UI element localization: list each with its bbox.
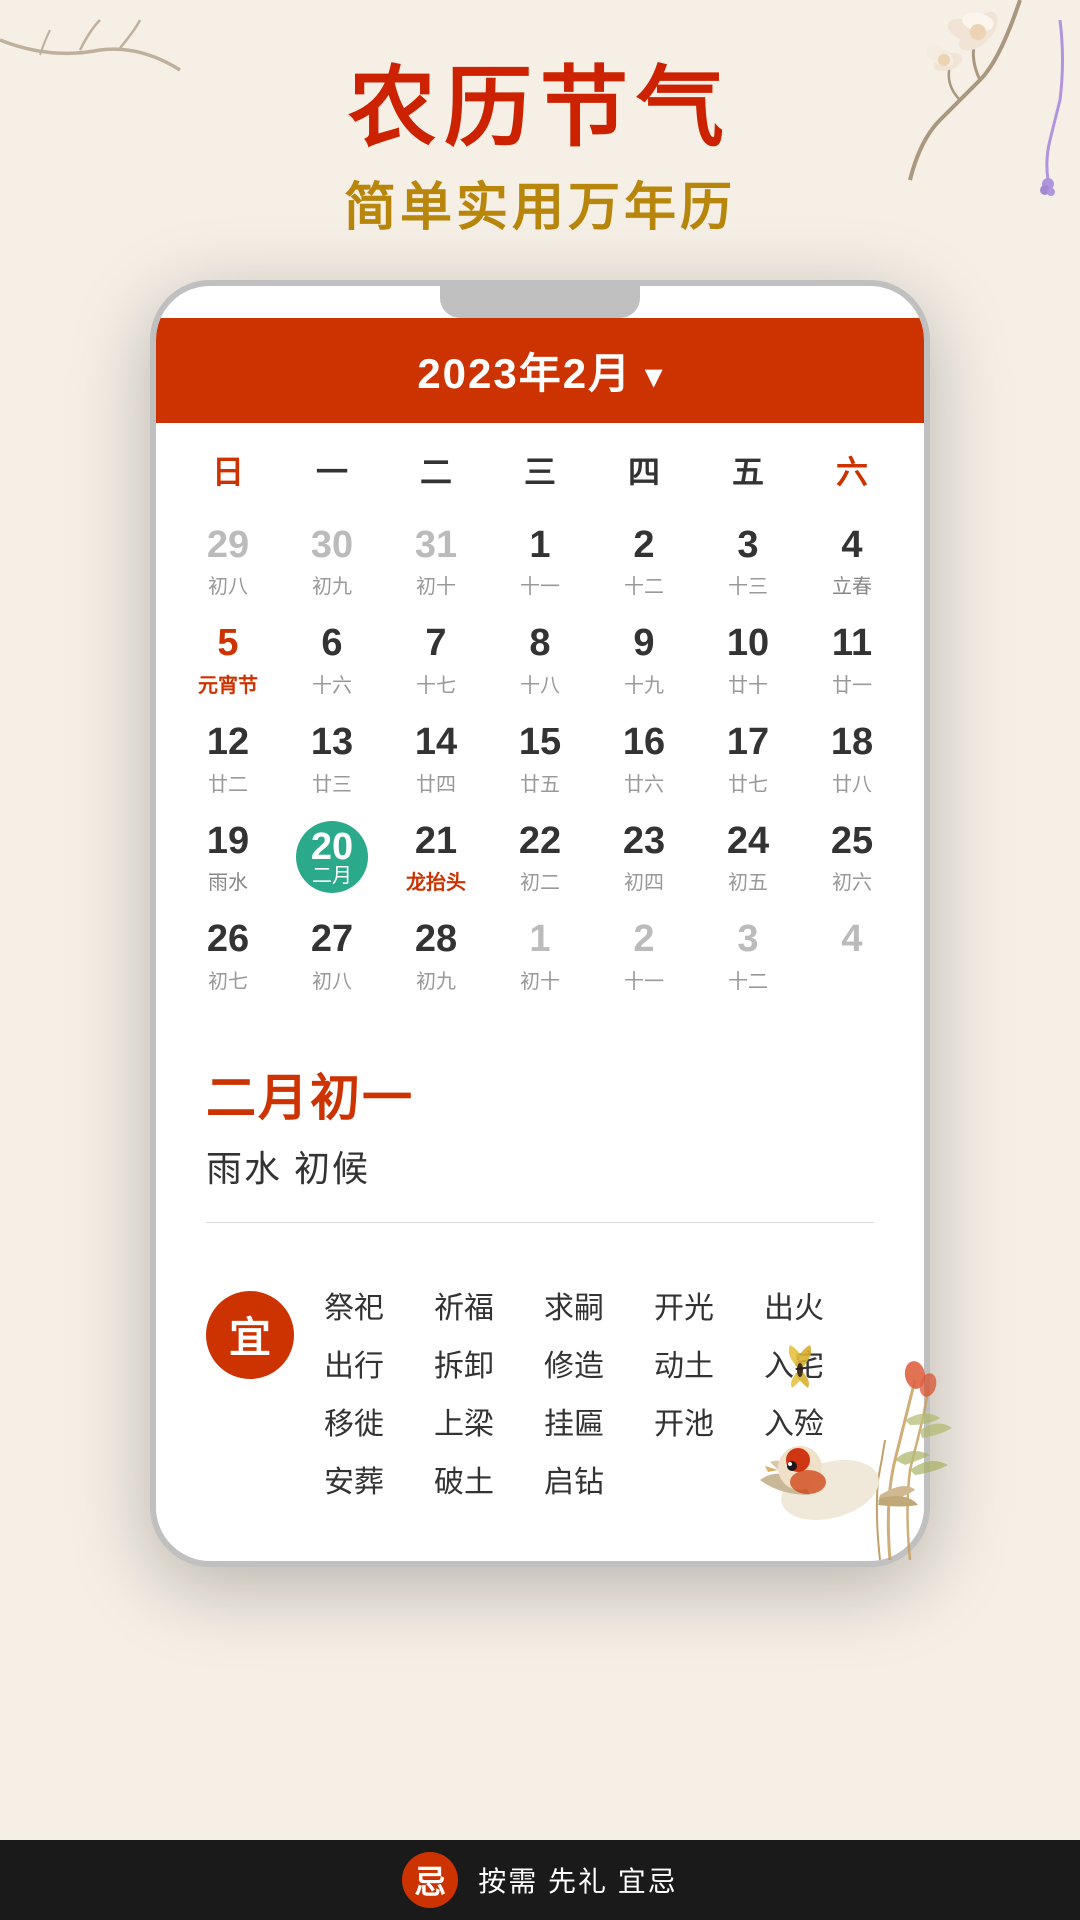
table-row[interactable]: 2十一 [592,907,696,1006]
table-row[interactable]: 1初十 [488,907,592,1006]
table-row[interactable]: 28初九 [384,907,488,1006]
table-row[interactable]: 4立春 [800,513,904,612]
table-row[interactable]: 2十二 [592,513,696,612]
dow-wed: 三 [488,439,592,501]
table-row[interactable]: 27初八 [280,907,384,1006]
list-item [654,1457,764,1501]
header-area: 农历节气 简单实用万年历 [0,0,1080,240]
calendar-grid: 29初八 30初九 31初十 1十一 2十二 3十三 4立春 5元宵节 6十六 … [156,509,924,1022]
table-row[interactable]: 12廿二 [176,710,280,809]
list-item: 祈福 [434,1283,544,1327]
dow-fri: 五 [696,439,800,501]
phone-notch [440,286,640,318]
bottom-bar-text: 按需 先礼 宜忌 [478,1860,678,1900]
info-divider [206,1222,874,1223]
table-row[interactable]: 16廿六 [592,710,696,809]
list-item: 破土 [434,1457,544,1501]
list-item: 入殓 [764,1399,874,1443]
calendar-header[interactable]: 2023年2月 ▾ [156,318,924,423]
table-row[interactable]: 1十一 [488,513,592,612]
bottom-bar-icon: 忌 [402,1852,458,1908]
table-row[interactable]: 26初七 [176,907,280,1006]
list-item: 祭祀 [324,1283,434,1327]
list-item: 出火 [764,1283,874,1327]
table-row[interactable]: 17廿七 [696,710,800,809]
list-item: 安葬 [324,1457,434,1501]
table-row[interactable]: 18廿八 [800,710,904,809]
table-row[interactable]: 11廿一 [800,611,904,710]
table-row[interactable]: 10廿十 [696,611,800,710]
phone-mockup: 2023年2月 ▾ 日 一 二 三 四 五 六 29初八 30初九 31初十 1… [150,280,930,1567]
dow-tue: 二 [384,439,488,501]
list-item: 动土 [654,1341,764,1385]
info-panel: 二月初一 雨水 初候 [156,1022,924,1283]
dow-sun: 日 [176,439,280,501]
table-row[interactable]: 19雨水 [176,809,280,908]
table-row[interactable]: 3十三 [696,513,800,612]
table-row[interactable]: 25初六 [800,809,904,908]
table-row[interactable]: 29初八 [176,513,280,612]
list-item: 上梁 [434,1399,544,1443]
yi-items: 祭祀 祈福 求嗣 开光 出火 出行 拆卸 修造 动土 入宅 移徙 上梁 挂匾 开… [324,1283,874,1501]
calendar-dow-row: 日 一 二 三 四 五 六 [156,423,924,509]
list-item: 入宅 [764,1341,874,1385]
list-item: 拆卸 [434,1341,544,1385]
calendar-month-arrow: ▾ [645,355,663,396]
table-row[interactable]: 7十七 [384,611,488,710]
list-item: 出行 [324,1341,434,1385]
auspicious-section: 宜 祭祀 祈福 求嗣 开光 出火 出行 拆卸 修造 动土 入宅 移徙 上梁 挂匾… [156,1283,924,1531]
header-title-sub: 简单实用万年历 [0,165,1080,240]
info-solar-term: 雨水 初候 [206,1140,874,1192]
yi-badge: 宜 [206,1291,294,1379]
today-cell[interactable]: 20 二月 [280,809,384,908]
list-item: 移徙 [324,1399,434,1443]
table-row[interactable]: 13廿三 [280,710,384,809]
table-row[interactable]: 30初九 [280,513,384,612]
list-item: 开光 [654,1283,764,1327]
list-item: 开池 [654,1399,764,1443]
bottom-bar: 忌 按需 先礼 宜忌 [0,1840,1080,1920]
table-row[interactable]: 21龙抬头 [384,809,488,908]
table-row[interactable]: 23初四 [592,809,696,908]
table-row[interactable]: 9十九 [592,611,696,710]
table-row[interactable]: 14廿四 [384,710,488,809]
list-item: 修造 [544,1341,654,1385]
list-item: 挂匾 [544,1399,654,1443]
dow-sat: 六 [800,439,904,501]
phone-bottom-spacer [156,1531,924,1541]
table-row[interactable]: 15廿五 [488,710,592,809]
table-row[interactable]: 3十二 [696,907,800,1006]
table-row[interactable]: 8十八 [488,611,592,710]
dow-thu: 四 [592,439,696,501]
table-row[interactable]: 4 [800,907,904,1006]
table-row[interactable]: 5元宵节 [176,611,280,710]
table-row[interactable]: 24初五 [696,809,800,908]
info-date-label: 二月初一 [206,1058,874,1130]
calendar-month-title: 2023年2月 [417,350,632,397]
table-row[interactable]: 31初十 [384,513,488,612]
dow-mon: 一 [280,439,384,501]
yi-badge-text: 宜 [229,1304,271,1365]
bottom-icon-label: 忌 [414,1857,446,1903]
table-row[interactable]: 22初二 [488,809,592,908]
list-item [764,1457,874,1501]
header-title-main: 农历节气 [0,60,1080,157]
list-item: 启钻 [544,1457,654,1501]
table-row[interactable]: 6十六 [280,611,384,710]
list-item: 求嗣 [544,1283,654,1327]
